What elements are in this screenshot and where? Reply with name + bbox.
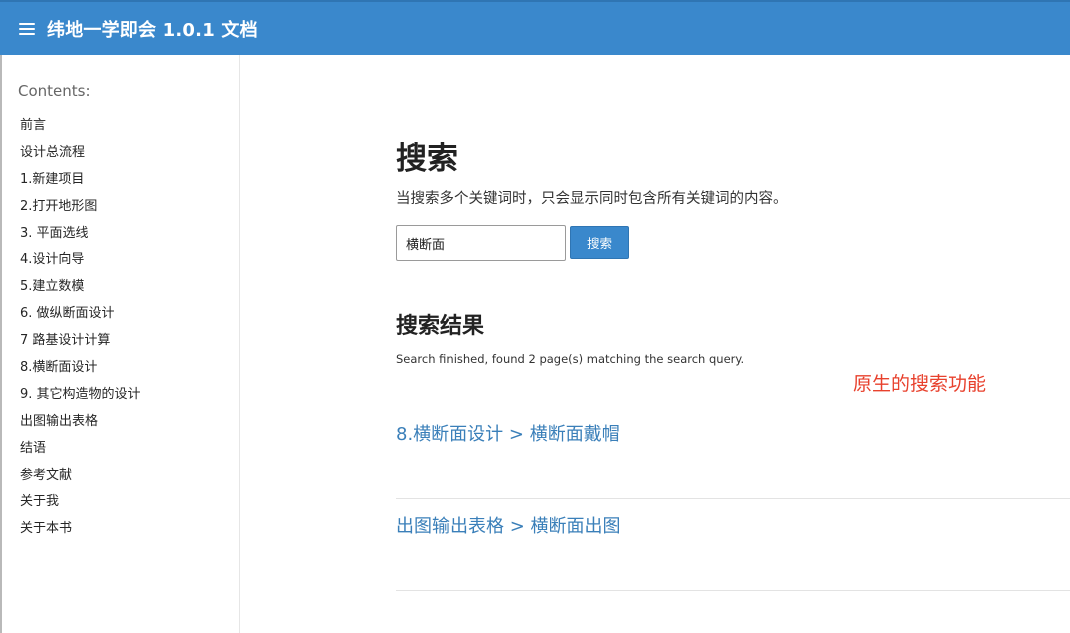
hamburger-menu-icon[interactable] <box>19 22 35 35</box>
toc-item[interactable]: 出图输出表格 <box>20 411 141 438</box>
toc-item[interactable]: 8.横断面设计 <box>20 357 141 384</box>
contents-caption: Contents: <box>18 82 91 100</box>
search-input[interactable] <box>396 225 566 261</box>
search-result-item: 8.横断面设计 > 横断面戴帽 <box>396 407 1070 499</box>
toc-item[interactable]: 9. 其它构造物的设计 <box>20 384 141 411</box>
page-title: 搜索 <box>396 141 458 177</box>
toc-item[interactable]: 设计总流程 <box>20 142 141 169</box>
toc-item[interactable]: 前言 <box>20 115 141 142</box>
toc-item[interactable]: 2.打开地形图 <box>20 196 141 223</box>
red-annotation-text: 原生的搜索功能 <box>853 373 987 395</box>
search-result-item: 出图输出表格 > 横断面出图 <box>396 499 1070 591</box>
toc-item[interactable]: 关于本书 <box>20 518 141 545</box>
sidebar: Contents: 前言 设计总流程 1.新建项目 2.打开地形图 3. 平面选… <box>0 55 240 633</box>
toc-item[interactable]: 7 路基设计计算 <box>20 330 141 357</box>
toc-item[interactable]: 结语 <box>20 438 141 465</box>
toc-item[interactable]: 6. 做纵断面设计 <box>20 303 141 330</box>
toc-item[interactable]: 3. 平面选线 <box>20 223 141 250</box>
toc-item[interactable]: 5.建立数模 <box>20 276 141 303</box>
search-result-list: 8.横断面设计 > 横断面戴帽 出图输出表格 > 横断面出图 <box>396 407 1070 591</box>
search-result-link[interactable]: 8.横断面设计 > 横断面戴帽 <box>396 420 620 446</box>
top-navigation-bar: 纬地一学即会 1.0.1 文档 <box>0 0 1070 55</box>
toc-item[interactable]: 1.新建项目 <box>20 169 141 196</box>
toc-item[interactable]: 关于我 <box>20 491 141 518</box>
toc-item[interactable]: 4.设计向导 <box>20 249 141 276</box>
search-hint: 当搜索多个关键词时，只会显示同时包含所有关键词的内容。 <box>396 191 788 207</box>
search-summary: Search finished, found 2 page(s) matchin… <box>396 352 745 366</box>
search-button[interactable]: 搜索 <box>570 226 629 259</box>
search-result-link[interactable]: 出图输出表格 > 横断面出图 <box>396 512 621 538</box>
site-title[interactable]: 纬地一学即会 1.0.1 文档 <box>47 16 258 42</box>
table-of-contents: 前言 设计总流程 1.新建项目 2.打开地形图 3. 平面选线 4.设计向导 5… <box>20 115 141 545</box>
toc-item[interactable]: 参考文献 <box>20 465 141 492</box>
search-results-title: 搜索结果 <box>396 314 485 339</box>
